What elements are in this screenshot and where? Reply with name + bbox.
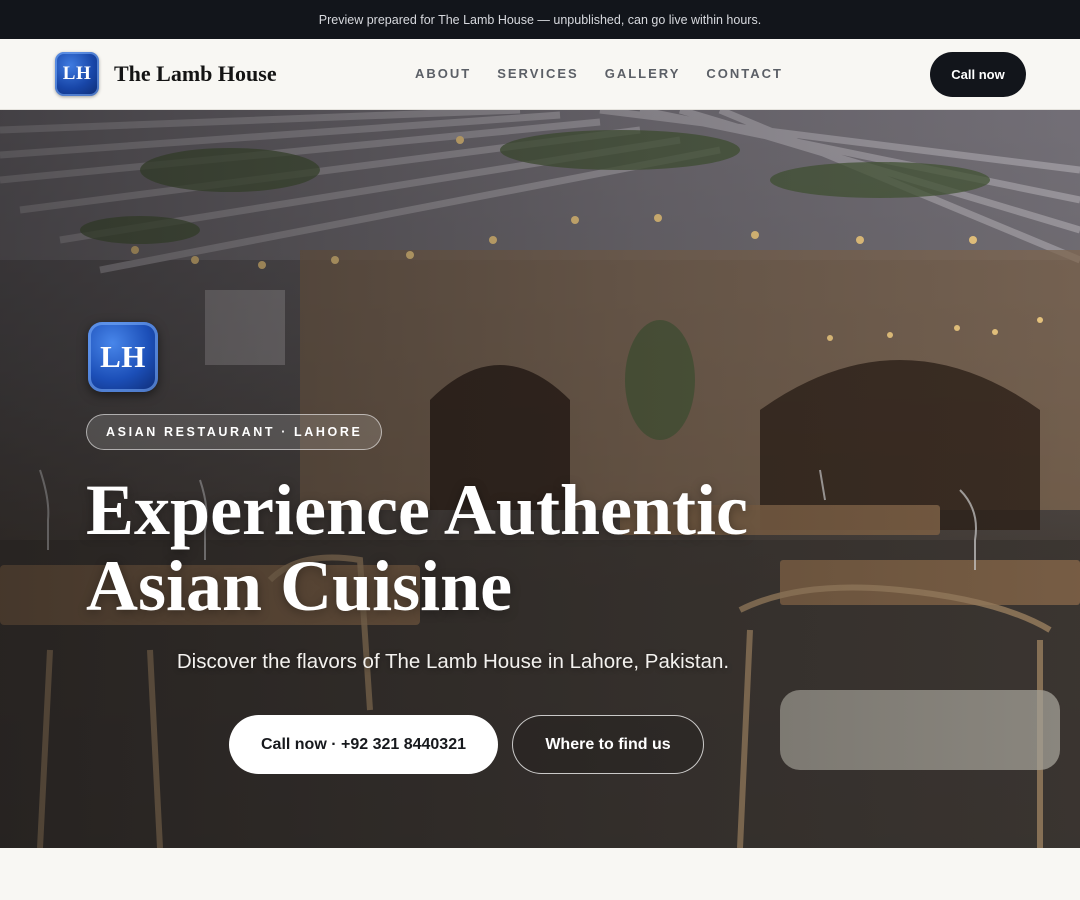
next-section	[0, 848, 1080, 900]
logo-icon[interactable]: LH	[55, 52, 99, 96]
main-nav: ABOUT SERVICES GALLERY CONTACT	[415, 66, 783, 81]
nav-gallery-link[interactable]: GALLERY	[605, 66, 681, 81]
hero-subtitle: Discover the flavors of The Lamb House i…	[176, 650, 730, 673]
headline-line-1: Experience Authentic	[86, 470, 748, 550]
nav-contact-link[interactable]: CONTACT	[706, 66, 783, 81]
site-header: LH The Lamb House ABOUT SERVICES GALLERY…	[0, 39, 1080, 110]
headline-line-2: Asian Cuisine	[86, 546, 513, 626]
call-phone-button[interactable]: Call now · +92 321 8440321	[229, 715, 498, 774]
hero-logo-text: LH	[100, 339, 146, 374]
preview-banner-text: Preview prepared for The Lamb House — un…	[318, 12, 762, 27]
find-us-button[interactable]: Where to find us	[512, 715, 704, 774]
header-call-button[interactable]: Call now	[930, 52, 1026, 97]
nav-about-link[interactable]: ABOUT	[415, 66, 471, 81]
hero-headline: Experience Authentic Asian Cuisine	[86, 472, 846, 624]
category-tag: ASIAN RESTAURANT · LAHORE	[86, 414, 383, 450]
nav-services-link[interactable]: SERVICES	[497, 66, 579, 81]
hero-logo-icon: LH	[88, 322, 158, 392]
brand-name[interactable]: The Lamb House	[114, 61, 277, 87]
preview-banner: Preview prepared for The Lamb House — un…	[0, 0, 1080, 39]
logo-text: LH	[62, 63, 92, 84]
hero-section: LH ASIAN RESTAURANT · LAHORE Experience …	[0, 110, 1080, 848]
